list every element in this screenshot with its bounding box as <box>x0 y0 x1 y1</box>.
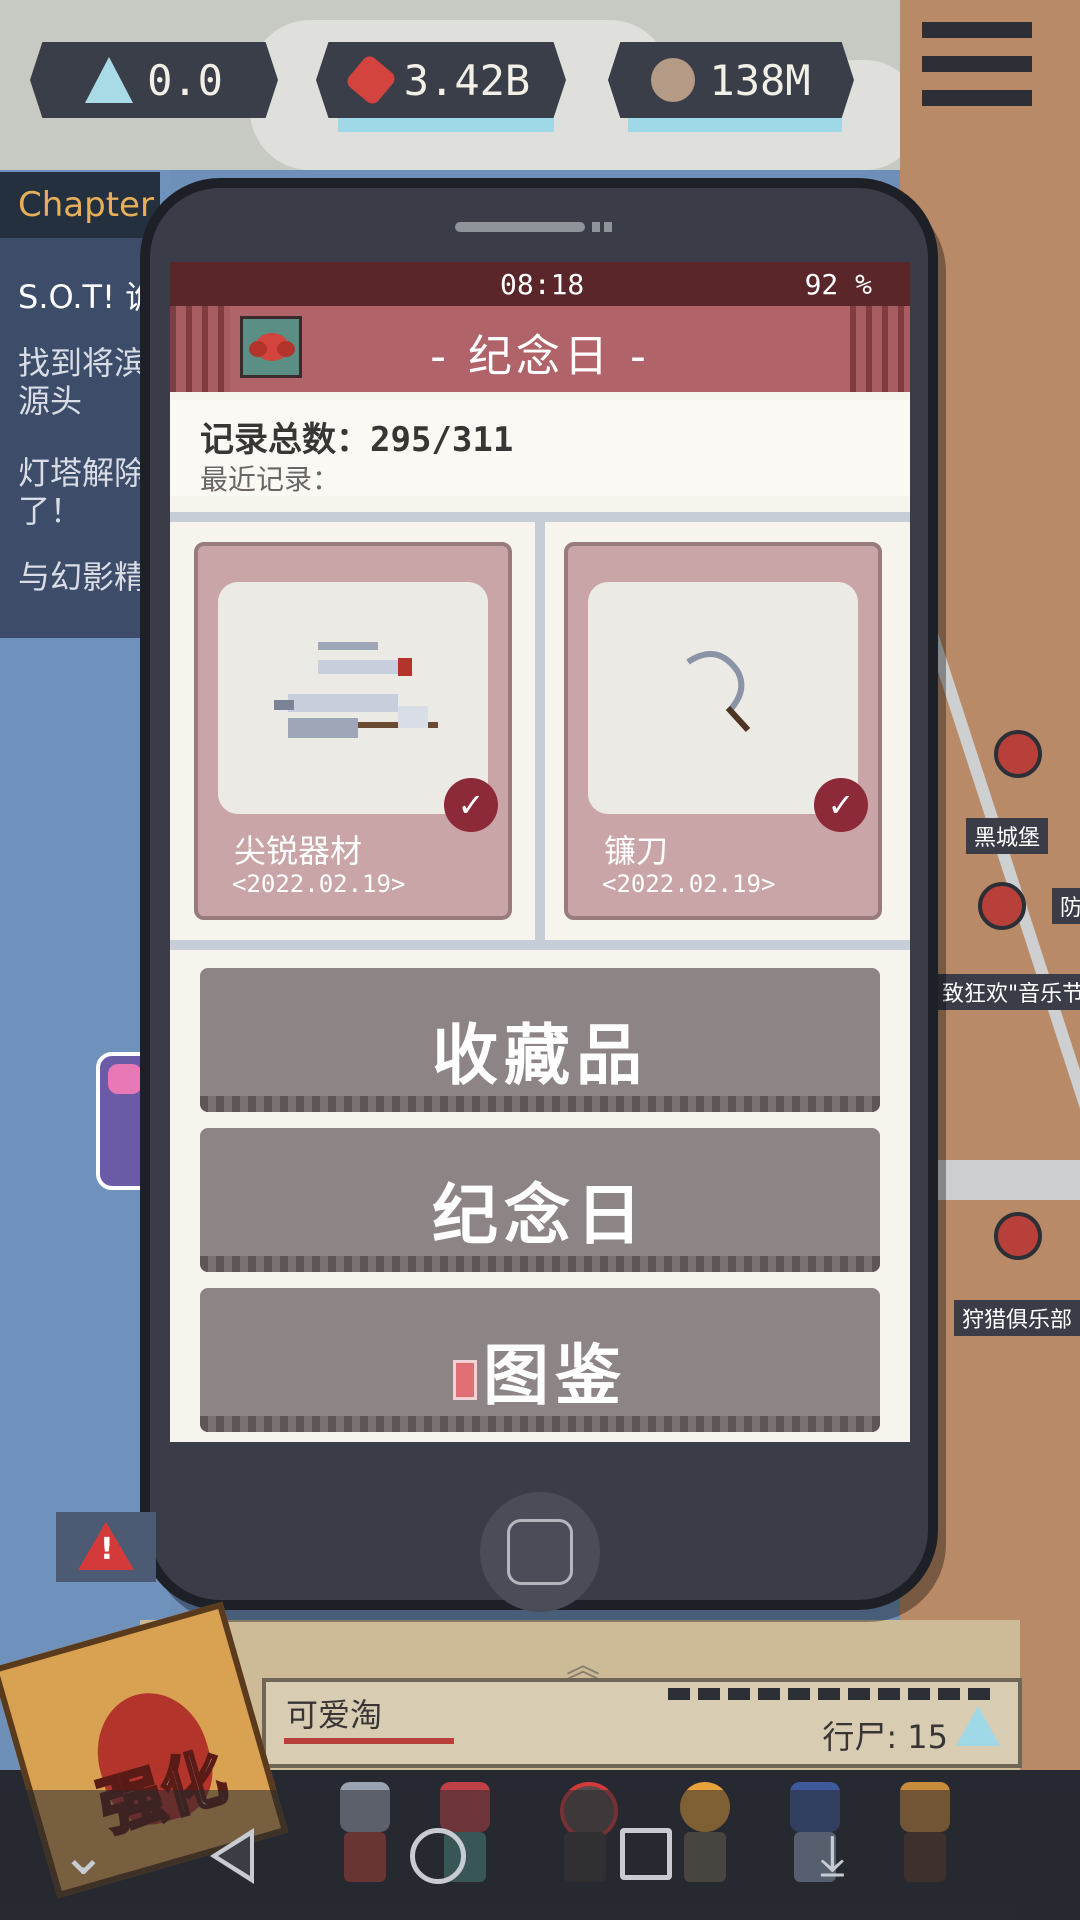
home-square-icon <box>507 1519 573 1585</box>
check-icon: ✓ <box>814 778 868 832</box>
quest-item[interactable]: 源头 <box>18 376 158 422</box>
resource-crystal-value: 0.0 <box>147 55 223 105</box>
phone-speaker <box>455 222 585 232</box>
alert-icon <box>453 1359 477 1400</box>
map-marker-hunting-club[interactable] <box>994 1212 1042 1260</box>
warning-badge[interactable]: ! <box>56 1512 156 1582</box>
phone-home-button[interactable] <box>480 1492 600 1612</box>
anniversary-button[interactable]: 纪念日 <box>200 1128 880 1272</box>
home-icon[interactable] <box>410 1828 466 1884</box>
card-date: <2022.02.19> <box>602 870 776 898</box>
memorial-card[interactable]: ✓ 镰刀 <2022.02.19> <box>564 542 882 920</box>
divider <box>535 522 545 942</box>
sharp-tools-image <box>218 582 488 814</box>
resource-meat[interactable]: 3.42B <box>316 42 566 118</box>
encyclopedia-button[interactable]: 图鉴 <box>200 1288 880 1432</box>
memorial-card[interactable]: ✓ 尖锐器材 <2022.02.19> <box>194 542 512 920</box>
resource-coin[interactable]: 138M <box>608 42 854 118</box>
resource-coin-value: 138M <box>709 55 811 105</box>
meat-icon <box>344 53 398 107</box>
encyclopedia-label: 图鉴 <box>483 1337 627 1414</box>
map-label-festival[interactable]: 致狂欢"音乐节 <box>934 974 1080 1010</box>
party-name: 可爱淘 <box>286 1696 383 1734</box>
collectibles-label: 收藏品 <box>432 1017 648 1094</box>
phone-camera <box>592 222 600 232</box>
crystal-icon <box>956 1706 1000 1746</box>
card-date: <2022.02.19> <box>232 870 406 898</box>
download-icon[interactable]: ⤓ <box>820 1828 845 1884</box>
party-progress <box>668 1688 998 1700</box>
quest-item[interactable]: 了！ <box>18 486 158 532</box>
map-marker-festival[interactable] <box>978 882 1026 930</box>
app-title: - 纪念日 - <box>430 331 650 382</box>
party-panel[interactable]: 可爱淘 行尸: 15 <box>262 1678 1022 1768</box>
resource-coin-bar <box>628 118 842 132</box>
quest-item[interactable]: S.O.T! 诡 <box>18 272 158 318</box>
map-label-black-castle[interactable]: 黑城堡 <box>966 818 1049 854</box>
record-summary: 记录总数：295/311 最近记录： <box>170 400 910 496</box>
record-total: 记录总数：295/311 <box>200 420 514 460</box>
ghost-character[interactable] <box>96 1052 154 1190</box>
divider <box>170 940 910 950</box>
recent-records-label: 最近记录： <box>200 463 341 496</box>
map-label-edge[interactable]: 防 <box>1052 888 1080 924</box>
card-name: 镰刀 <box>604 832 669 870</box>
status-battery: 92 % <box>804 268 872 301</box>
phone-screen: 08:18 92 % - 纪念日 - 记录总数：295/311 最近记录： ✓ … <box>170 262 910 1442</box>
card-name: 尖锐器材 <box>234 832 363 870</box>
sickle-image <box>588 582 858 814</box>
map-label-hunting-club[interactable]: 狩猎俱乐部 <box>954 1300 1080 1336</box>
resource-meat-value: 3.42B <box>403 55 531 105</box>
check-icon: ✓ <box>444 778 498 832</box>
app-header: - 纪念日 - <box>170 306 910 392</box>
collectibles-button[interactable]: 收藏品 <box>200 968 880 1112</box>
resource-meat-bar <box>338 118 554 132</box>
phone-camera <box>604 222 612 232</box>
phone-status-bar: 08:18 92 % <box>170 262 910 306</box>
anniversary-label: 纪念日 <box>432 1177 648 1254</box>
back-icon[interactable] <box>210 1828 254 1884</box>
hamburger-menu-button[interactable] <box>922 20 1032 106</box>
quest-chapter-title[interactable]: Chapter 6 <box>0 172 160 238</box>
recents-icon[interactable] <box>620 1828 672 1880</box>
crystal-icon <box>85 57 134 103</box>
divider <box>170 512 910 522</box>
chevron-down-icon[interactable]: ⌄ <box>60 1828 107 1884</box>
resource-crystal[interactable]: 0.0 <box>30 42 278 118</box>
coin-icon <box>651 58 696 102</box>
quest-item[interactable]: 与幻影精 <box>18 552 158 598</box>
map-marker-black-castle[interactable] <box>994 730 1042 778</box>
party-name-underline <box>284 1738 454 1744</box>
zombie-count: 行尸: 15 <box>822 1718 948 1756</box>
system-navigation-bar <box>0 1790 1080 1920</box>
status-time: 08:18 <box>500 268 585 301</box>
